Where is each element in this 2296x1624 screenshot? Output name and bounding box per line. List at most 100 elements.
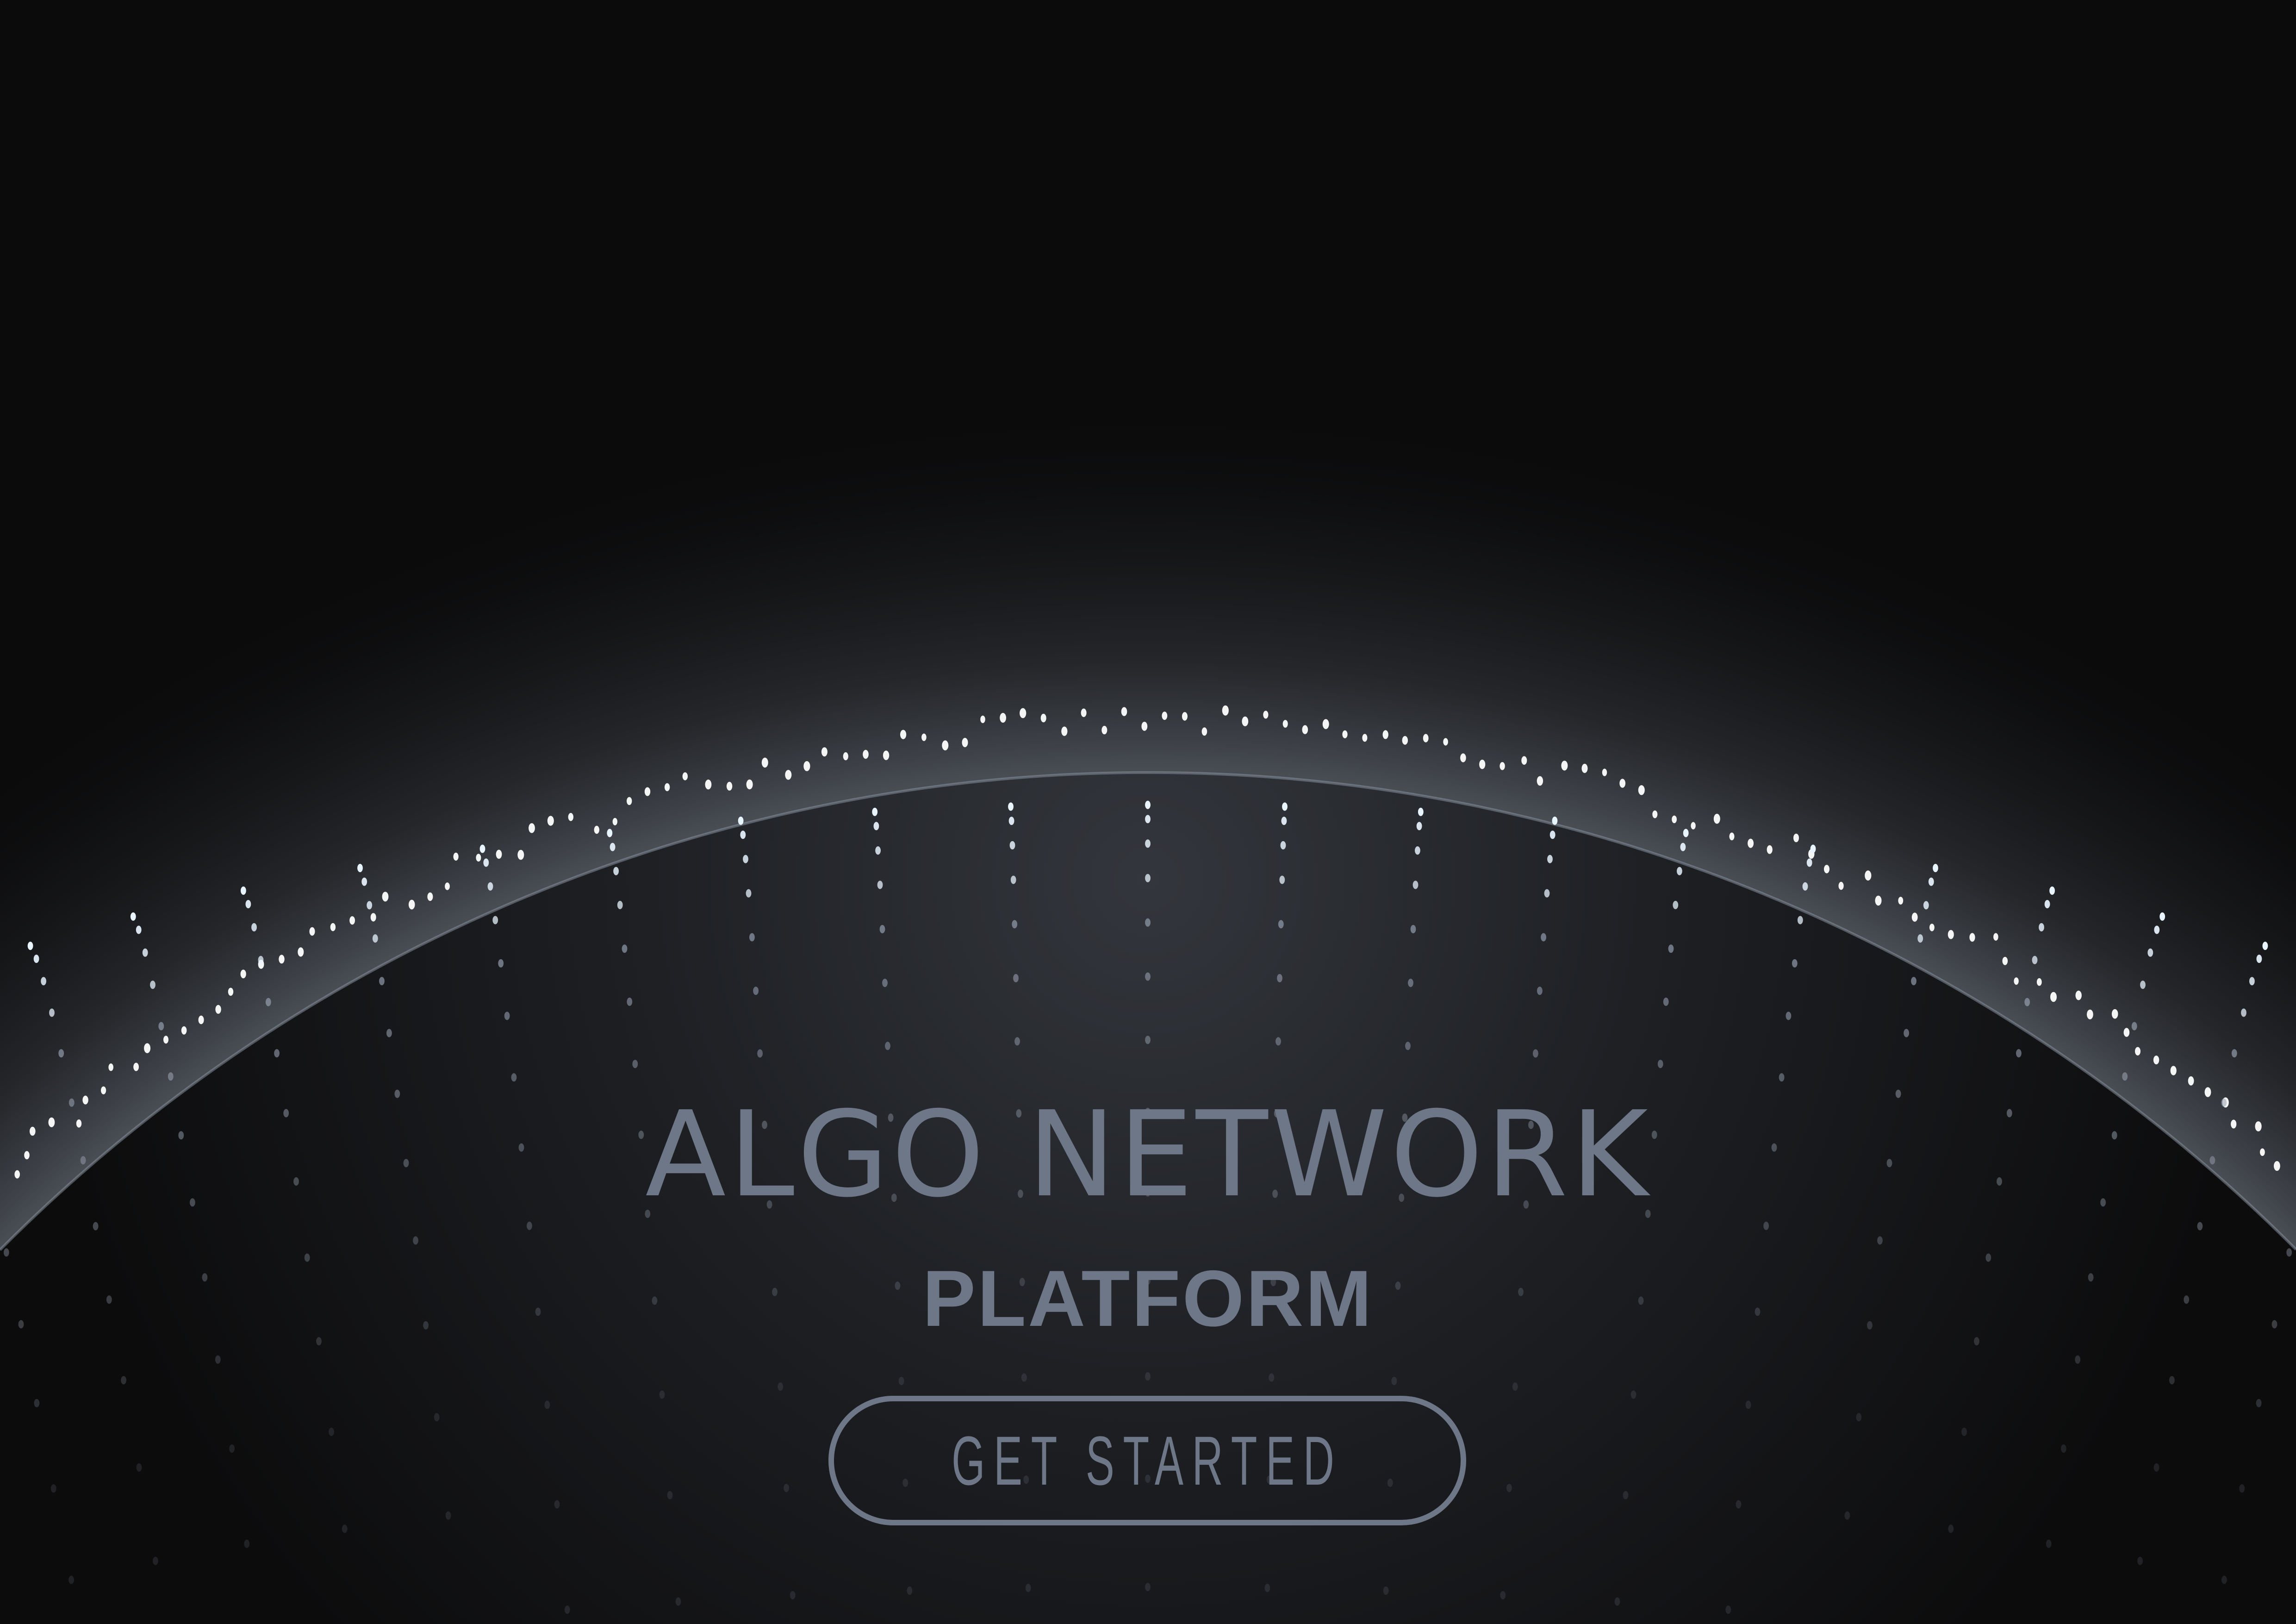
particle-dot <box>1460 753 1466 762</box>
particle-dot <box>1182 712 1188 721</box>
particle-dot <box>445 1511 451 1520</box>
particle-dot <box>1278 920 1284 929</box>
particle-dot <box>1521 756 1527 765</box>
particle-dot <box>370 913 376 922</box>
particle-dot <box>2286 1248 2292 1257</box>
particle-dot <box>622 944 628 953</box>
particle-dot <box>2111 1009 2118 1019</box>
particle-dot <box>1415 846 1420 855</box>
particle-dot <box>1322 719 1329 729</box>
particle-dot <box>2050 992 2057 1002</box>
particle-dot <box>408 899 415 910</box>
particle-dot <box>1806 858 1812 867</box>
particle-dot <box>2122 1072 2128 1081</box>
particle-dot <box>142 948 148 957</box>
particle-dot <box>58 1049 64 1058</box>
particle-dot <box>1792 959 1798 968</box>
particle-dot <box>1948 1524 1954 1533</box>
particle-dot <box>2221 1575 2227 1584</box>
particle-dot <box>1763 1221 1769 1230</box>
particle-dot <box>50 1484 56 1493</box>
particle-dot <box>740 831 746 839</box>
particle-dot <box>492 916 498 924</box>
particle-dot <box>1402 736 1408 745</box>
particle-dot <box>1802 882 1808 891</box>
particle-dot <box>367 901 373 910</box>
particle-dot <box>150 981 156 989</box>
particle-dot <box>1418 807 1424 816</box>
particle-dot <box>757 1049 763 1058</box>
particle-dot <box>2147 948 2153 957</box>
particle-dot <box>1382 730 1388 739</box>
particle-dot <box>821 747 828 757</box>
particle-dot <box>790 1591 796 1599</box>
particle-dot <box>168 1072 174 1081</box>
particle-dot <box>1410 925 1416 933</box>
particle-dot <box>1725 1605 1731 1614</box>
particle-dot <box>329 1427 334 1436</box>
particle-dot <box>667 1491 673 1499</box>
particle-dot <box>1423 734 1429 743</box>
particle-dot <box>1767 845 1773 854</box>
particle-dot <box>1162 712 1168 720</box>
subtitle-platform: PLATFORM <box>922 1254 1374 1343</box>
particle-dot <box>883 750 890 760</box>
particle-dot <box>885 1042 890 1050</box>
particle-dot <box>2002 956 2008 965</box>
particle-dot <box>1993 933 1998 941</box>
particle-dot <box>1875 895 1882 906</box>
hero-banner: ALGO NETWORK PLATFORM GET STARTED <box>0 0 2296 1624</box>
particle-dot <box>610 843 616 851</box>
particle-dot <box>1865 870 1872 881</box>
particle-dot <box>215 1005 221 1014</box>
particle-dot <box>1672 815 1677 824</box>
particle-dot <box>101 1086 106 1094</box>
particle-dot <box>1020 708 1027 718</box>
particle-dot <box>1277 974 1282 982</box>
particle-dot <box>2170 1066 2177 1075</box>
get-started-button[interactable]: GET STARTED <box>828 1396 1466 1525</box>
particle-dot <box>1081 708 1087 717</box>
particle-dot <box>298 947 304 957</box>
particle-dot <box>2239 1484 2245 1493</box>
particle-dot <box>241 886 246 895</box>
particle-dot <box>980 715 985 723</box>
particle-dot <box>1917 934 1923 943</box>
particle-dot <box>279 955 285 964</box>
particle-dot <box>1786 1012 1792 1020</box>
particle-dot <box>554 1500 560 1509</box>
particle-dot <box>2204 1087 2211 1097</box>
particle-dot <box>483 858 489 867</box>
particle-dot <box>1383 1587 1389 1595</box>
particle-dot <box>1145 800 1151 809</box>
particle-dot <box>1552 816 1558 825</box>
particle-dot <box>136 925 142 934</box>
particle-dot <box>1533 1049 1538 1058</box>
particle-dot <box>1282 720 1288 728</box>
particle-dot <box>413 1236 418 1245</box>
particle-dot <box>761 757 768 768</box>
particle-dot <box>2241 1008 2246 1017</box>
particle-dot <box>1264 1584 1270 1593</box>
particle-dot <box>749 933 755 942</box>
particle-dot <box>1040 713 1046 723</box>
particle-dot <box>153 1556 158 1565</box>
particle-dot <box>1877 1236 1883 1245</box>
particle-dot <box>632 1060 638 1068</box>
particle-dot <box>2153 1463 2159 1472</box>
particle-dot <box>1012 920 1018 929</box>
particle-dot <box>34 1399 40 1407</box>
particle-dot <box>1061 726 1068 736</box>
particle-dot <box>962 737 968 747</box>
particle-dot <box>1713 813 1720 824</box>
particle-dot <box>746 889 752 898</box>
particle-dot <box>1748 838 1754 848</box>
particle-dot <box>198 1015 204 1024</box>
particle-dot <box>2256 1399 2262 1407</box>
particle-dot <box>1506 1484 1512 1493</box>
particle-dot <box>2188 1076 2194 1086</box>
particle-dot <box>3 1248 9 1257</box>
particle-dot <box>1443 738 1448 746</box>
particle-dot <box>900 730 907 739</box>
particle-dot <box>251 923 257 931</box>
